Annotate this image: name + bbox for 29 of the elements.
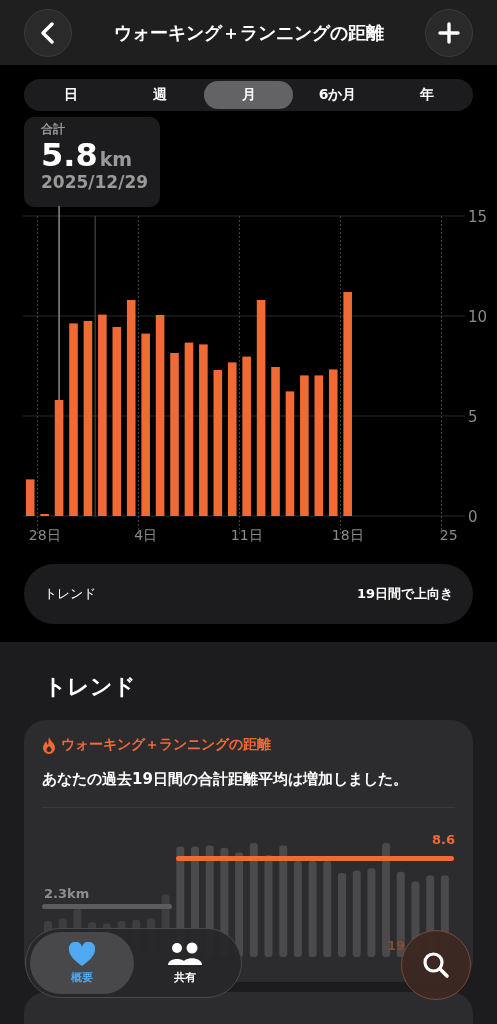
range-tab[interactable]: 月 bbox=[204, 81, 293, 109]
trend-label: トレンド bbox=[44, 585, 96, 603]
previous-average-label: 2.3km bbox=[44, 886, 90, 901]
x-axis-label: 18日 bbox=[331, 527, 364, 543]
tab-bar-item[interactable]: 概要 bbox=[30, 932, 134, 994]
x-axis-label: 25 bbox=[439, 527, 458, 543]
range-tab[interactable]: 週 bbox=[115, 81, 204, 109]
summary-date: 2025/12/29 bbox=[41, 172, 150, 192]
period-label: 19 bbox=[386, 938, 405, 953]
summary-value: 5.8 bbox=[41, 136, 98, 174]
y-axis-label: 15 bbox=[468, 208, 488, 226]
x-axis-label: 28日 bbox=[28, 527, 61, 543]
summary-label: 合計 bbox=[41, 121, 66, 138]
y-axis-label: 10 bbox=[468, 308, 488, 326]
trend-value: 19日間で上向き bbox=[356, 585, 453, 603]
x-axis-label: 11日 bbox=[230, 527, 263, 543]
x-axis-label: 4日 bbox=[134, 527, 158, 543]
card-category: ウォーキング＋ランニングの距離 bbox=[61, 736, 271, 754]
y-axis-label: 5 bbox=[468, 408, 478, 426]
trend-row[interactable]: トレンド 19日間で上向き bbox=[24, 564, 473, 624]
y-axis-label: 0 bbox=[468, 508, 478, 526]
screen-title: ウォーキング＋ランニングの距離 bbox=[113, 20, 384, 45]
range-tab[interactable]: 6か月 bbox=[293, 81, 382, 109]
current-average-label: 8.6 bbox=[431, 832, 455, 847]
summary-unit: km bbox=[99, 148, 133, 170]
range-tab[interactable]: 年 bbox=[382, 81, 471, 109]
trend-message: あなたの過去19日間の合計距離平均は増加しました。 bbox=[42, 770, 409, 789]
section-heading: トレンド bbox=[43, 673, 137, 701]
range-tab[interactable]: 日 bbox=[26, 81, 115, 109]
